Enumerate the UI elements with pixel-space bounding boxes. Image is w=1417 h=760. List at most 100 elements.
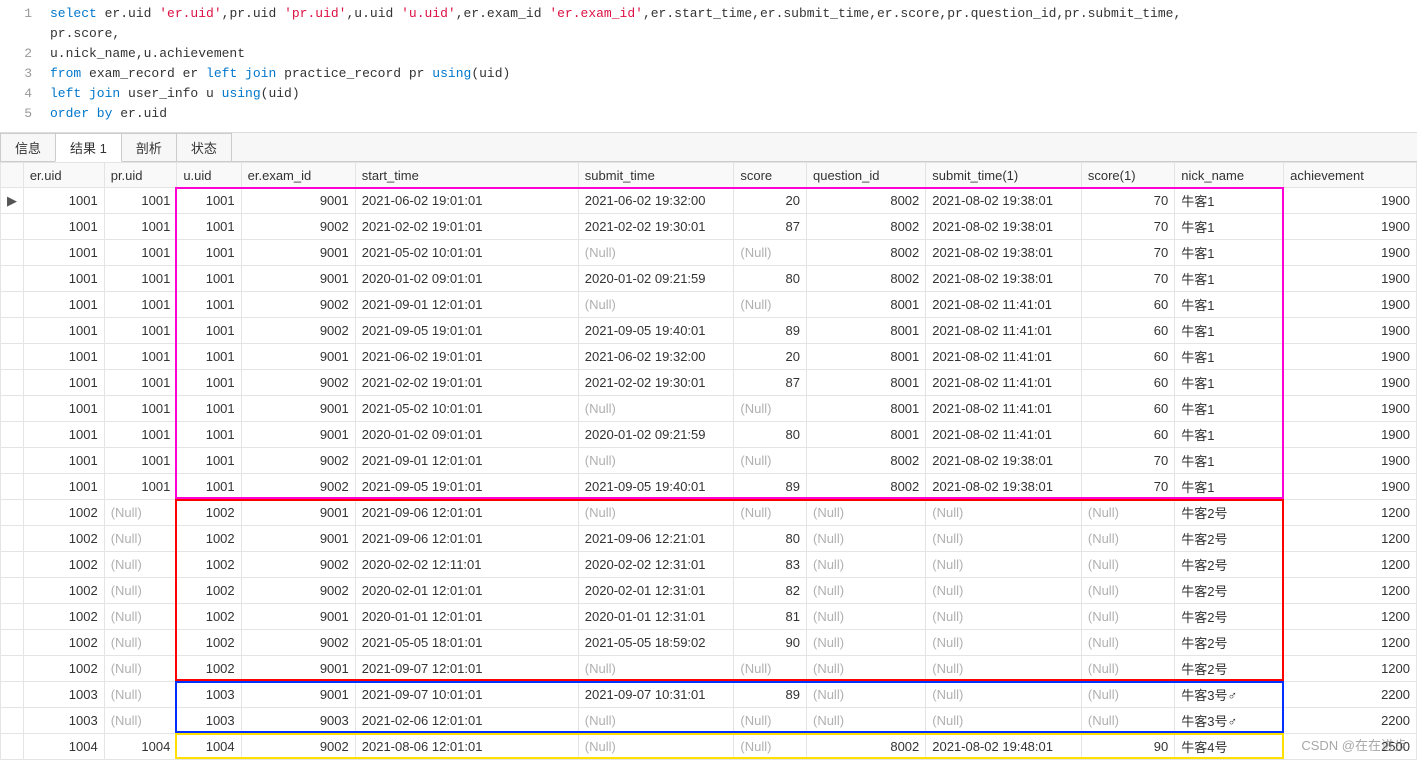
cell[interactable]: (Null) — [926, 526, 1082, 552]
cell[interactable]: 1001 — [104, 396, 177, 422]
cell[interactable]: 2021-08-02 11:41:01 — [926, 318, 1082, 344]
cell[interactable]: 89 — [734, 474, 807, 500]
cell[interactable]: 9002 — [241, 318, 355, 344]
cell[interactable]: (Null) — [926, 500, 1082, 526]
cell[interactable]: 2200 — [1284, 708, 1417, 734]
cell[interactable]: (Null) — [104, 578, 177, 604]
table-row[interactable]: 10011001100190022021-02-02 19:01:012021-… — [1, 214, 1417, 240]
cell[interactable]: 2020-02-01 12:31:01 — [578, 578, 734, 604]
cell[interactable]: 83 — [734, 552, 807, 578]
cell[interactable]: 20 — [734, 344, 807, 370]
cell[interactable]: 2021-08-02 11:41:01 — [926, 344, 1082, 370]
cell[interactable]: 2021-08-02 19:38:01 — [926, 448, 1082, 474]
cell[interactable]: 牛客4号 — [1175, 734, 1284, 760]
cell[interactable]: 1002 — [23, 500, 104, 526]
table-row[interactable]: 10011001100190012021-05-02 10:01:01(Null… — [1, 240, 1417, 266]
cell[interactable]: (Null) — [806, 708, 925, 734]
column-header[interactable]: er.exam_id — [241, 163, 355, 188]
cell[interactable]: (Null) — [104, 500, 177, 526]
table-row[interactable]: 1002(Null)100290022021-05-05 18:01:01202… — [1, 630, 1417, 656]
cell[interactable]: 1001 — [104, 344, 177, 370]
cell[interactable]: (Null) — [806, 552, 925, 578]
cell[interactable]: (Null) — [806, 604, 925, 630]
tab-结果 1[interactable]: 结果 1 — [55, 133, 122, 162]
tab-状态[interactable]: 状态 — [176, 133, 232, 161]
cell[interactable]: (Null) — [1081, 526, 1174, 552]
cell[interactable]: 1003 — [177, 708, 241, 734]
cell[interactable]: 9001 — [241, 188, 355, 214]
cell[interactable]: 8002 — [806, 214, 925, 240]
cell[interactable]: (Null) — [926, 604, 1082, 630]
cell[interactable]: 2020-01-02 09:21:59 — [578, 266, 734, 292]
cell[interactable]: 90 — [734, 630, 807, 656]
cell[interactable]: (Null) — [926, 578, 1082, 604]
column-header[interactable]: score(1) — [1081, 163, 1174, 188]
cell[interactable]: (Null) — [926, 552, 1082, 578]
cell[interactable]: 9001 — [241, 682, 355, 708]
cell[interactable]: 2021-02-02 19:01:01 — [355, 370, 578, 396]
cell[interactable]: 2021-09-05 19:01:01 — [355, 474, 578, 500]
cell[interactable]: 9002 — [241, 630, 355, 656]
cell[interactable]: 2021-06-02 19:01:01 — [355, 188, 578, 214]
cell[interactable]: 8002 — [806, 240, 925, 266]
cell[interactable]: 1900 — [1284, 370, 1417, 396]
sql-line[interactable]: u.nick_name,u.achievement — [50, 44, 1417, 64]
cell[interactable]: 82 — [734, 578, 807, 604]
cell[interactable]: 9002 — [241, 578, 355, 604]
cell[interactable]: (Null) — [578, 734, 734, 760]
cell[interactable]: 60 — [1081, 318, 1174, 344]
cell[interactable]: 2021-06-02 19:01:01 — [355, 344, 578, 370]
cell[interactable]: 8001 — [806, 292, 925, 318]
table-row[interactable]: 10041004100490022021-08-06 12:01:01(Null… — [1, 734, 1417, 760]
cell[interactable]: 70 — [1081, 266, 1174, 292]
column-header[interactable]: start_time — [355, 163, 578, 188]
cell[interactable]: 2021-08-02 11:41:01 — [926, 370, 1082, 396]
cell[interactable]: 2200 — [1284, 682, 1417, 708]
tab-剖析[interactable]: 剖析 — [121, 133, 177, 161]
cell[interactable]: 70 — [1081, 188, 1174, 214]
cell[interactable]: (Null) — [734, 292, 807, 318]
cell[interactable]: 牛客2号 — [1175, 630, 1284, 656]
cell[interactable]: 1001 — [104, 474, 177, 500]
cell[interactable]: 2021-02-06 12:01:01 — [355, 708, 578, 734]
cell[interactable]: 9002 — [241, 448, 355, 474]
cell[interactable]: 1002 — [23, 604, 104, 630]
cell[interactable]: (Null) — [806, 526, 925, 552]
cell[interactable]: 1900 — [1284, 292, 1417, 318]
cell[interactable]: (Null) — [1081, 552, 1174, 578]
column-header[interactable]: u.uid — [177, 163, 241, 188]
cell[interactable]: 1001 — [177, 188, 241, 214]
cell[interactable]: 2021-08-02 19:38:01 — [926, 240, 1082, 266]
cell[interactable]: 1900 — [1284, 266, 1417, 292]
cell[interactable]: (Null) — [734, 396, 807, 422]
cell[interactable]: 2021-08-02 19:38:01 — [926, 188, 1082, 214]
cell[interactable]: 8001 — [806, 344, 925, 370]
cell[interactable]: (Null) — [104, 682, 177, 708]
table-row[interactable]: 10011001100190012021-05-02 10:01:01(Null… — [1, 396, 1417, 422]
cell[interactable]: (Null) — [734, 708, 807, 734]
cell[interactable]: 8002 — [806, 734, 925, 760]
cell[interactable]: 70 — [1081, 214, 1174, 240]
cell[interactable]: 牛客2号 — [1175, 500, 1284, 526]
cell[interactable]: 1001 — [23, 266, 104, 292]
cell[interactable]: 87 — [734, 214, 807, 240]
cell[interactable]: (Null) — [1081, 604, 1174, 630]
cell[interactable]: 1900 — [1284, 344, 1417, 370]
cell[interactable]: 2021-02-02 19:30:01 — [578, 370, 734, 396]
cell[interactable]: 9001 — [241, 656, 355, 682]
cell[interactable]: 60 — [1081, 422, 1174, 448]
cell[interactable]: 2021-09-06 12:01:01 — [355, 500, 578, 526]
cell[interactable]: 1002 — [177, 500, 241, 526]
result-grid[interactable]: er.uidpr.uidu.uider.exam_idstart_timesub… — [0, 162, 1417, 760]
cell[interactable]: 89 — [734, 682, 807, 708]
cell[interactable]: 2020-01-01 12:31:01 — [578, 604, 734, 630]
cell[interactable]: 2021-08-02 19:48:01 — [926, 734, 1082, 760]
cell[interactable]: 1200 — [1284, 500, 1417, 526]
cell[interactable]: 2021-09-06 12:21:01 — [578, 526, 734, 552]
cell[interactable]: 2020-02-01 12:01:01 — [355, 578, 578, 604]
cell[interactable]: 1001 — [23, 214, 104, 240]
sql-line[interactable]: left join user_info u using(uid) — [50, 84, 1417, 104]
cell[interactable]: 2020-01-02 09:01:01 — [355, 422, 578, 448]
cell[interactable]: 2021-09-05 19:01:01 — [355, 318, 578, 344]
cell[interactable]: 1004 — [104, 734, 177, 760]
